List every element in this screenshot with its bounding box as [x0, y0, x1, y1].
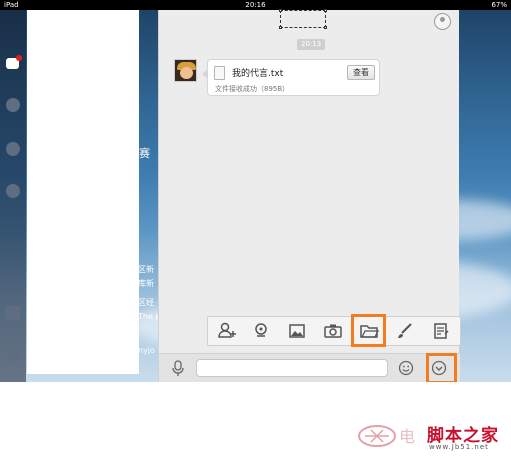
add-contact-icon[interactable] — [218, 321, 238, 341]
location-icon[interactable] — [251, 321, 271, 341]
file-status: 文件接收成功（895B） — [215, 85, 290, 93]
emoji-icon[interactable] — [398, 360, 414, 376]
chat-title-placeholder — [279, 9, 327, 29]
svg-text:电: 电 — [399, 427, 415, 446]
brush-icon[interactable] — [395, 321, 415, 341]
left-sidebar — [0, 10, 26, 382]
attachment-toolbar — [207, 316, 461, 346]
background-text: 区新 — [138, 265, 154, 274]
background-text: 区经 — [138, 298, 154, 307]
ipad-screen: iPad 20:16 67% 赛 区新 库新 区经 The p nyjo 20:… — [0, 0, 511, 382]
avatar[interactable] — [174, 59, 197, 82]
message-input[interactable] — [196, 359, 388, 377]
background-text: 库新 — [138, 279, 154, 288]
watermark-logo: 电 — [358, 425, 415, 447]
more-highlight — [426, 353, 457, 382]
watermark-url: www.Jb51.net — [429, 443, 489, 451]
file-message-bubble: 我的代言.txt 文件接收成功（895B） 查看 — [202, 59, 380, 96]
note-icon[interactable] — [431, 321, 451, 341]
settings-icon[interactable] — [6, 348, 20, 362]
status-time: 20:16 — [245, 1, 266, 9]
file-name: 我的代言.txt — [232, 69, 284, 79]
camera-icon[interactable] — [323, 321, 343, 341]
background-text: 赛 — [139, 147, 150, 160]
input-bar — [159, 353, 460, 382]
microphone-icon[interactable] — [171, 360, 185, 376]
background-text: nyjo — [138, 346, 155, 355]
image-icon[interactable] — [287, 321, 307, 341]
view-button[interactable]: 查看 — [347, 65, 375, 80]
friends-icon[interactable] — [6, 142, 20, 156]
battery-label: 67% — [491, 1, 507, 9]
chat-icon[interactable] — [6, 55, 22, 69]
add-icon[interactable] — [6, 184, 20, 198]
file-icon — [214, 66, 225, 80]
folder-highlight — [351, 314, 386, 347]
watermark: 电 脚本之家 www.Jb51.net — [355, 414, 511, 459]
message-timestamp: 20:13 — [297, 39, 326, 50]
status-bar: iPad 20:16 67% — [0, 0, 511, 10]
chat-panel: 20:13 我的代言.txt 文件接收成功（895B） 查看 — [158, 9, 461, 382]
notification-badge — [16, 55, 22, 61]
contact-icon[interactable] — [6, 98, 20, 112]
conversation-list-panel — [27, 10, 139, 374]
shirt-icon[interactable] — [6, 306, 20, 320]
profile-icon[interactable] — [434, 13, 451, 30]
